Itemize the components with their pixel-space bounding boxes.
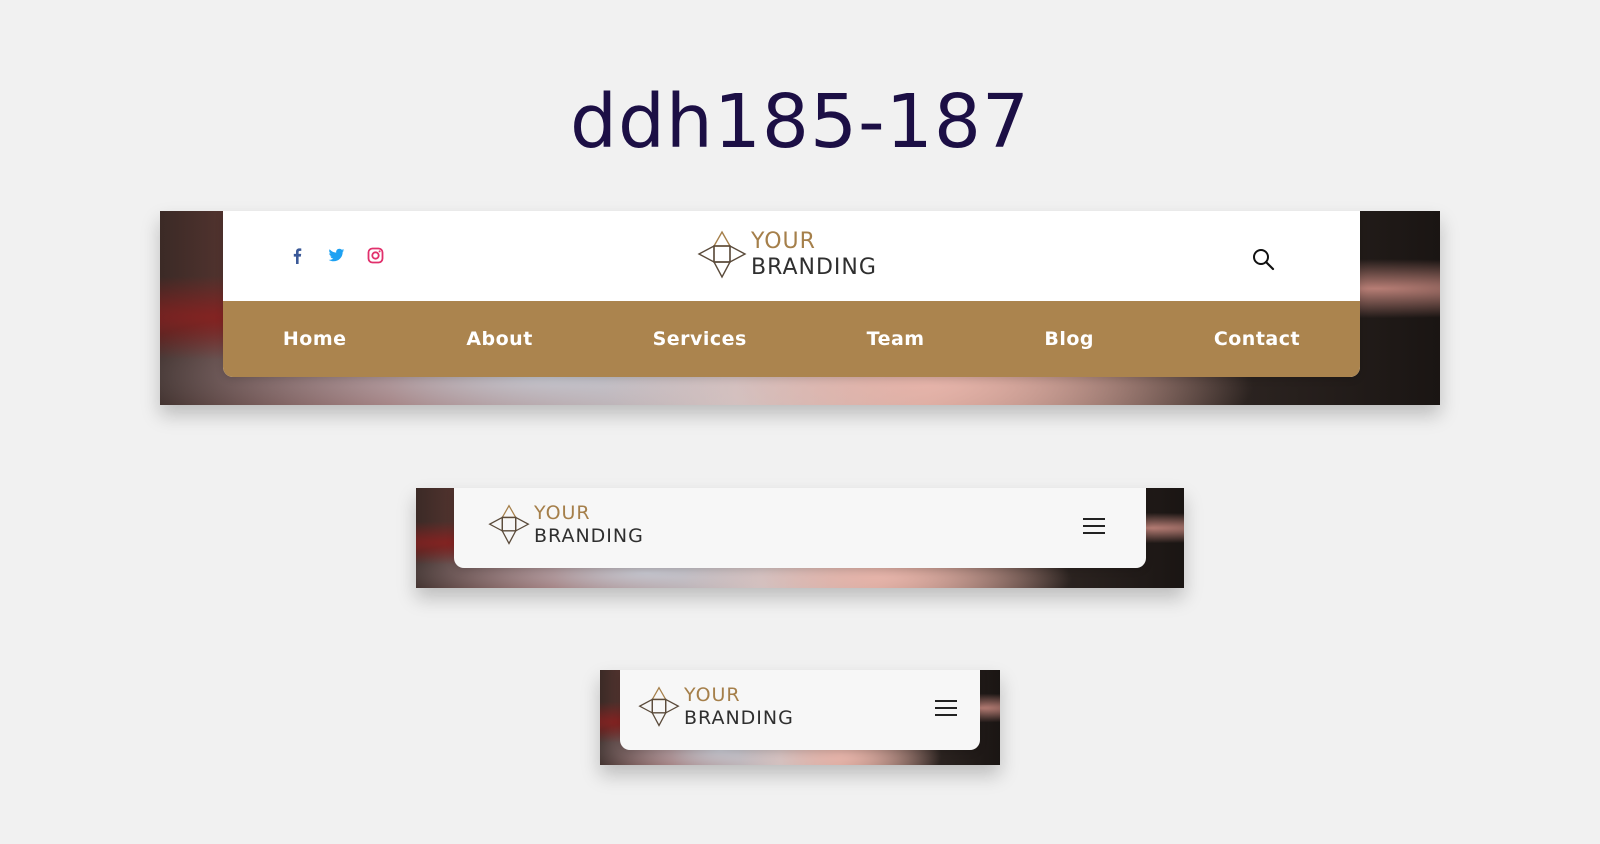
nav-item-home[interactable]: Home [283, 328, 347, 350]
logo-text-branding: BRANDING [534, 525, 644, 547]
logo-text-your: YOUR [684, 684, 741, 706]
logo-text-branding: BRANDING [684, 707, 794, 729]
logo-text-your: YOUR [751, 229, 816, 254]
facebook-icon[interactable] [289, 247, 306, 264]
hamburger-menu-icon[interactable] [934, 698, 958, 722]
social-icons [289, 247, 384, 264]
nav-item-blog[interactable]: Blog [1044, 328, 1094, 350]
instagram-icon[interactable] [367, 247, 384, 264]
nav-item-services[interactable]: Services [653, 328, 747, 350]
brand-logo[interactable]: YOUR BRANDING [488, 504, 644, 546]
desktop-header-preview: YOUR BRANDING Home About Services Team B… [160, 211, 1440, 405]
nav-item-contact[interactable]: Contact [1214, 328, 1300, 350]
mobile-header-preview: YOUR BRANDING [600, 670, 1000, 765]
hamburger-menu-icon[interactable] [1082, 516, 1106, 540]
logo-diamond-icon [488, 504, 530, 545]
brand-logo[interactable]: YOUR BRANDING [638, 686, 794, 728]
page-title: ddh185-187 [569, 79, 1031, 165]
nav-item-team[interactable]: Team [867, 328, 925, 350]
mobile-header-card: YOUR BRANDING [620, 670, 980, 750]
nav-item-about[interactable]: About [466, 328, 532, 350]
logo-text-branding: BRANDING [751, 255, 877, 280]
main-nav-bar: Home About Services Team Blog Contact [223, 301, 1360, 377]
brand-logo[interactable]: YOUR BRANDING [697, 230, 877, 280]
logo-diamond-icon [697, 230, 747, 279]
tablet-header-card: YOUR BRANDING [454, 488, 1146, 568]
logo-text-your: YOUR [534, 502, 591, 524]
twitter-icon[interactable] [328, 247, 345, 264]
tablet-header-preview: YOUR BRANDING [416, 488, 1184, 588]
logo-diamond-icon [638, 686, 680, 727]
desktop-header-card: YOUR BRANDING Home About Services Team B… [223, 211, 1360, 377]
search-icon[interactable] [1251, 247, 1275, 275]
